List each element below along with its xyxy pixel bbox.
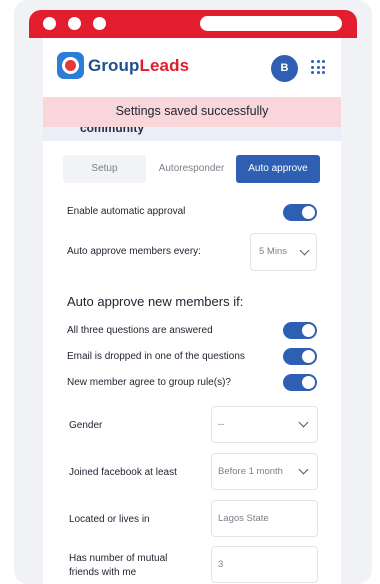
browser-chrome: [29, 10, 357, 38]
location-label: Located or lives in: [69, 514, 150, 525]
enable-approval-toggle[interactable]: [283, 204, 317, 221]
mutual-friends-label-line1: Has number of mutual: [69, 553, 168, 564]
peek-text: community: [80, 127, 145, 135]
condition-rules-toggle[interactable]: [283, 374, 317, 391]
tab-auto-approve[interactable]: Auto approve: [236, 155, 320, 183]
joined-label: Joined facebook at least: [69, 467, 177, 478]
approve-interval-select[interactable]: 5 Mins: [250, 233, 317, 271]
condition-questions-toggle[interactable]: [283, 322, 317, 339]
joined-value: Before 1 month: [218, 466, 283, 477]
community-peek: community: [43, 127, 341, 141]
condition-label: All three questions are answered: [67, 325, 213, 336]
window-dot-icon: [68, 17, 81, 30]
app-header: GroupLeads B: [43, 38, 341, 98]
avatar[interactable]: B: [271, 55, 298, 82]
gender-select[interactable]: --: [211, 406, 318, 443]
grouplead-logo-icon[interactable]: [57, 52, 84, 79]
mutual-friends-label: Has number of mutual friends with me: [69, 552, 167, 580]
window-dot-icon: [43, 17, 56, 30]
tab-setup[interactable]: Setup: [63, 155, 146, 183]
approve-interval-value: 5 Mins: [259, 246, 287, 257]
mutual-friends-label-line2: friends with me: [69, 567, 137, 578]
brand-name-part1: Group: [88, 56, 140, 75]
settings-tabs: Setup Autoresponder Auto approve: [63, 155, 320, 183]
apps-grid-icon[interactable]: [311, 60, 325, 74]
conditions-heading: Auto approve new members if:: [67, 294, 244, 309]
condition-label: New member agree to group rule(s)?: [67, 377, 231, 388]
mutual-friends-value: 3: [218, 559, 224, 570]
chevron-down-icon: [298, 464, 309, 475]
enable-approval-label: Enable automatic approval: [67, 206, 186, 217]
approve-interval-label: Auto approve members every:: [67, 246, 201, 257]
gender-label: Gender: [69, 420, 103, 431]
mutual-friends-input[interactable]: 3: [211, 546, 318, 583]
location-input[interactable]: Lagos State: [211, 500, 318, 537]
location-value: Lagos State: [218, 513, 269, 524]
condition-email-toggle[interactable]: [283, 348, 317, 365]
chevron-down-icon: [298, 417, 309, 428]
gender-value: --: [218, 419, 225, 430]
success-toast: Settings saved successfully: [43, 97, 341, 127]
joined-select[interactable]: Before 1 month: [211, 453, 318, 490]
condition-label: Email is dropped in one of the questions: [67, 351, 245, 362]
window-dot-icon: [93, 17, 106, 30]
chevron-down-icon: [299, 245, 310, 256]
brand-name[interactable]: GroupLeads: [88, 56, 189, 76]
app-screen: GroupLeads B Settings saved successfully…: [43, 38, 341, 584]
brand-name-part2: Leads: [139, 56, 190, 75]
tab-autoresponder[interactable]: Autoresponder: [149, 155, 234, 183]
address-bar[interactable]: [200, 16, 342, 31]
